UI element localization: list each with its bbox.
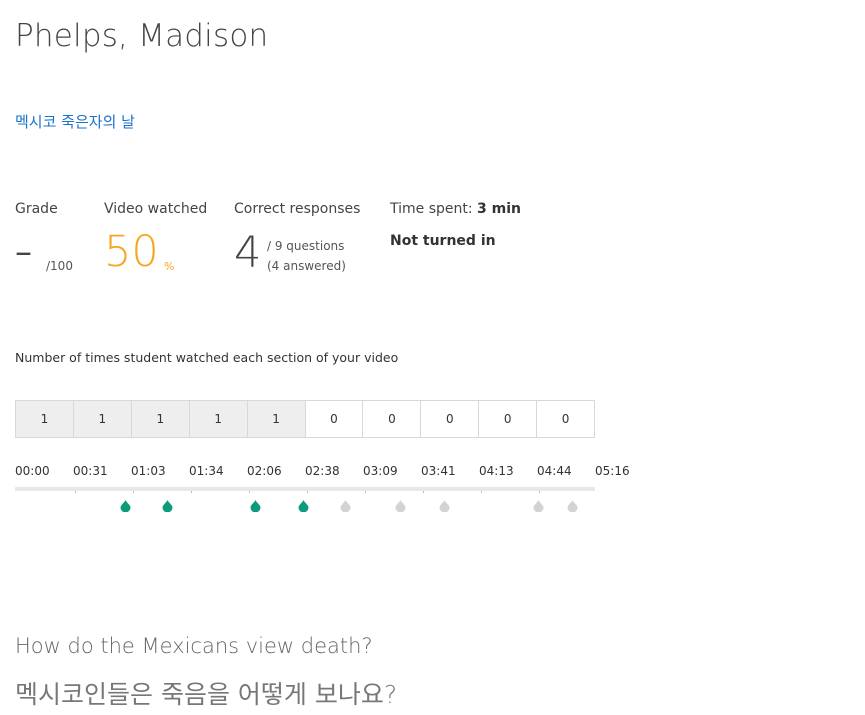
- time-spent: Time spent: 3 min: [390, 201, 521, 217]
- timeline-tick-label: 03:41: [421, 464, 456, 478]
- questions-total: / 9 questions: [267, 239, 345, 253]
- time-spent-value: 3 min: [477, 201, 522, 217]
- time-spent-label: Time spent:: [390, 201, 473, 217]
- correct-responses-detail: / 9 questions (4 answered): [267, 236, 346, 276]
- submission-status: Not turned in: [390, 233, 496, 249]
- questions-answered: (4 answered): [267, 259, 346, 273]
- unanswered-question-marker[interactable]: [395, 500, 406, 512]
- watch-segment: 1: [16, 401, 74, 437]
- timeline-tick-label: 02:06: [247, 464, 282, 478]
- watch-segment: 0: [363, 401, 422, 437]
- watch-segment: 0: [306, 401, 364, 437]
- timeline-tick-label: 00:00: [15, 464, 50, 478]
- unanswered-question-marker[interactable]: [533, 500, 544, 512]
- watch-segment: 1: [73, 401, 132, 437]
- watch-chart-title: Number of times student watched each sec…: [15, 350, 399, 365]
- correct-responses-label: Correct responses: [234, 201, 361, 217]
- correct-responses-value: 4: [234, 228, 262, 278]
- timeline-tick-label: 04:44: [537, 464, 572, 478]
- timeline-tick-label: 00:31: [73, 464, 108, 478]
- watch-segment: 0: [479, 401, 538, 437]
- watch-segment: 0: [421, 401, 480, 437]
- video-watched-unit: %: [164, 260, 175, 273]
- lesson-title-link[interactable]: 멕시코 죽은자의 날: [15, 111, 135, 132]
- timeline-tick-label: 02:38: [305, 464, 340, 478]
- watch-segment: 1: [189, 401, 248, 437]
- watch-segment: 1: [131, 401, 190, 437]
- video-watched-label: Video watched: [104, 201, 208, 217]
- timeline-tick-label: 05:16: [595, 464, 630, 478]
- unanswered-question-marker[interactable]: [567, 500, 578, 512]
- watch-segment: 0: [561, 412, 570, 426]
- question-english: How do the Mexicans view death?: [15, 634, 373, 658]
- answered-question-marker[interactable]: [162, 500, 173, 512]
- timeline-tick-label: 01:34: [189, 464, 224, 478]
- video-watched-value: 50: [104, 227, 159, 277]
- answered-question-marker[interactable]: [298, 500, 309, 512]
- grade-value: –: [15, 232, 32, 272]
- timeline-track: [15, 487, 595, 491]
- question-korean: 멕시코인들은 죽음을 어떻게 보나요?: [15, 680, 398, 709]
- grade-denominator: /100: [46, 259, 73, 273]
- grade-label: Grade: [15, 201, 58, 217]
- watch-count-segments: 1111100000: [15, 400, 595, 438]
- timeline-tick-label: 01:03: [131, 464, 166, 478]
- answered-question-marker[interactable]: [120, 500, 131, 512]
- unanswered-question-marker[interactable]: [340, 500, 351, 512]
- timeline-tick-label: 04:13: [479, 464, 514, 478]
- student-name: Phelps, Madison: [15, 18, 269, 54]
- watch-segment: 1: [247, 401, 306, 437]
- answered-question-marker[interactable]: [250, 500, 261, 512]
- timeline-tick-label: 03:09: [363, 464, 398, 478]
- unanswered-question-marker[interactable]: [439, 500, 450, 512]
